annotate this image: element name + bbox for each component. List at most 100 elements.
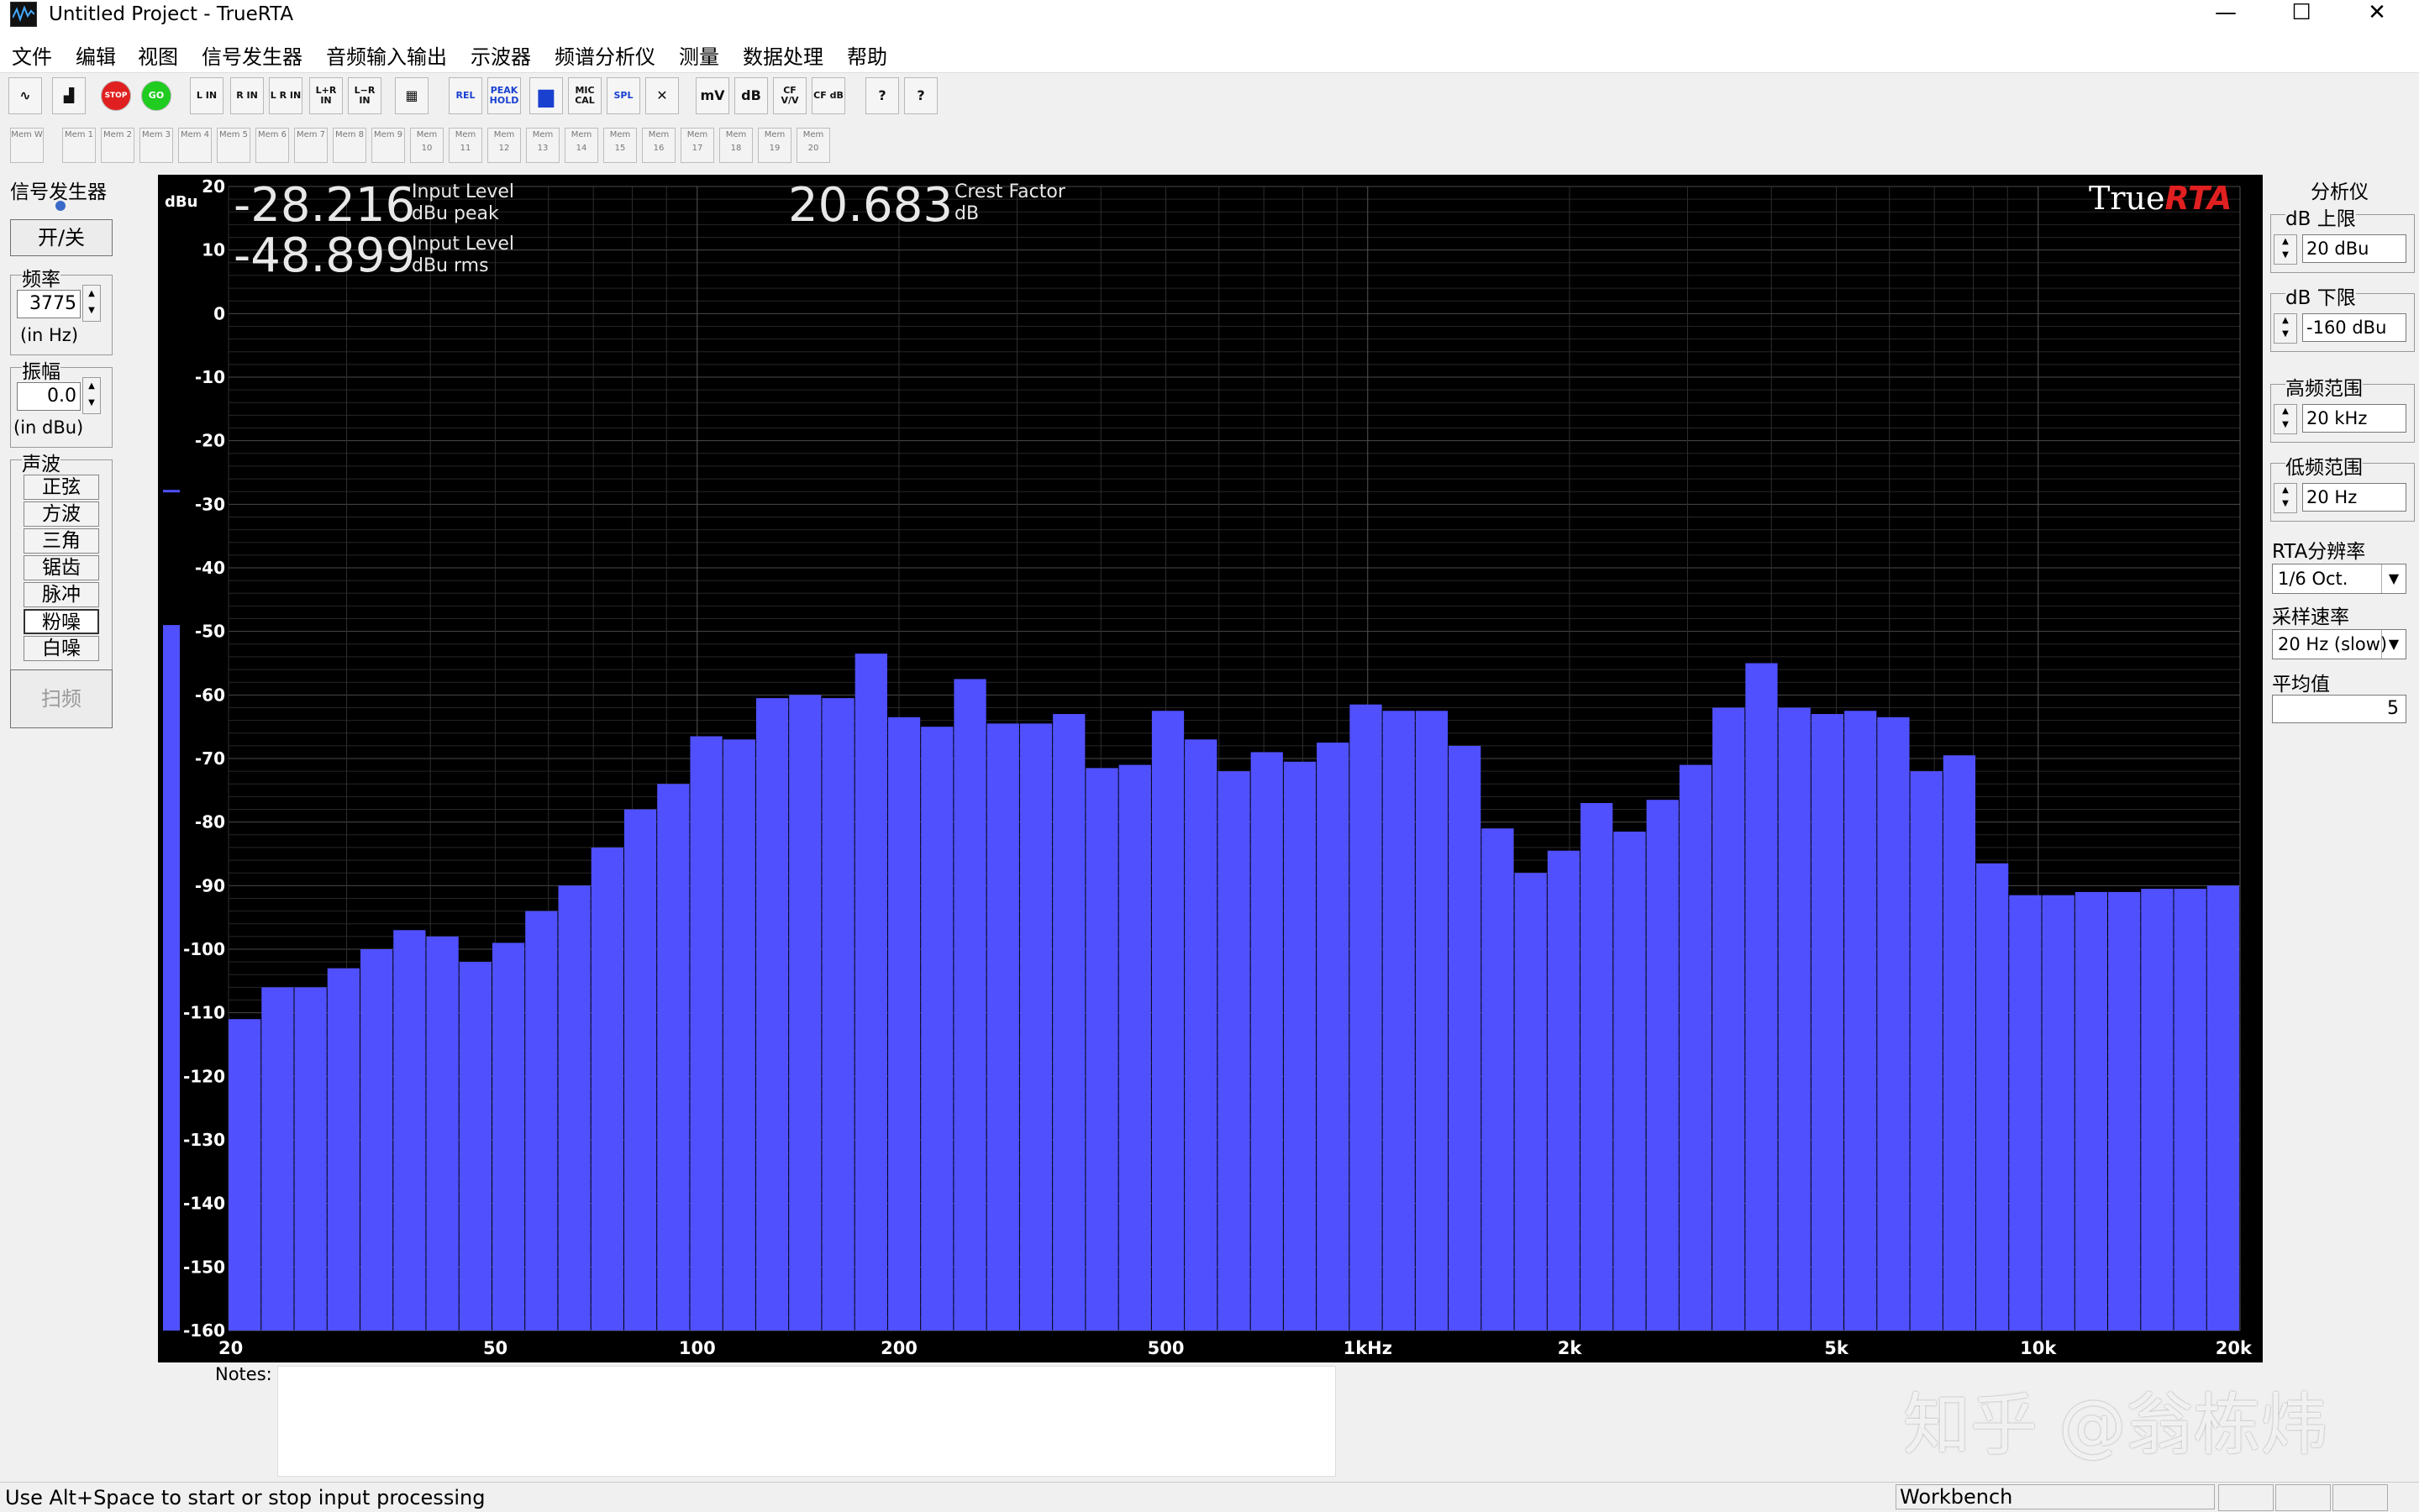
spectrum-bar	[1712, 707, 1745, 1331]
x-button[interactable]: ✕	[645, 77, 679, 114]
crest-factor-value: 20.683	[788, 178, 953, 233]
spectrum-bar	[1580, 802, 1613, 1331]
menu-audio-io[interactable]: 音频输入输出	[326, 40, 447, 70]
cf-db-button[interactable]: CF dB	[812, 77, 845, 114]
y-tick-label: -130	[183, 1130, 225, 1150]
spectrum-bar	[1349, 704, 1382, 1331]
rms-level-label-line1: Input Level	[412, 234, 515, 255]
peak-hold-button[interactable]: PEAK HOLD	[487, 77, 521, 114]
memory-4-button[interactable]: Mem 4	[178, 128, 212, 163]
frequency-spinner[interactable]: ▲ ▼	[82, 285, 101, 322]
mv-button[interactable]: mV	[696, 77, 729, 114]
watermark: 知乎 @翁栋炜	[1903, 1386, 2328, 1464]
help-button[interactable]: ?	[865, 77, 899, 114]
menu-generator[interactable]: 信号发生器	[202, 40, 302, 70]
memory-19-button[interactable]: Mem 19	[758, 128, 791, 163]
go-button[interactable]: GO	[141, 81, 171, 111]
y-tick-label: -150	[183, 1257, 225, 1277]
menu-view[interactable]: 视图	[138, 40, 178, 70]
menu-edit[interactable]: 编辑	[76, 40, 116, 70]
y-tick-label: -110	[183, 1003, 225, 1023]
wave-sine-button[interactable]: 正弦	[24, 475, 99, 500]
spl-button[interactable]: SPL	[607, 77, 640, 114]
stop-button[interactable]: STOP	[101, 81, 131, 111]
minimize-button[interactable]: —	[2188, 0, 2264, 29]
close-button[interactable]: ✕	[2339, 0, 2415, 29]
memory-8-button[interactable]: Mem 8	[333, 128, 366, 163]
menu-measure[interactable]: 测量	[679, 40, 719, 70]
spectrum-bar	[1415, 711, 1449, 1331]
main-toolbar: ∿ ▟ STOP GO L IN R IN L R IN L+R IN L−R IN ▦ REL PE…	[0, 74, 954, 121]
high-freq-spinner[interactable]: ▲ ▼	[2274, 404, 2297, 434]
sweep-button[interactable]: 扫频	[10, 669, 113, 728]
spectrum-view-button[interactable]: ▟	[52, 77, 86, 114]
wave-pink-noise-button[interactable]: 粉噪	[24, 609, 99, 634]
spectrum-bar	[1613, 832, 1646, 1331]
notes-textarea[interactable]	[277, 1366, 1336, 1477]
db-button[interactable]: dB	[734, 77, 768, 114]
truerta-logo: TrueRTA	[2089, 180, 2232, 217]
memory-9-button[interactable]: Mem 9	[371, 128, 405, 163]
menu-data-processing[interactable]: 数据处理	[743, 40, 823, 70]
maximize-button[interactable]: ☐	[2264, 0, 2339, 29]
memory-18-button[interactable]: Mem 18	[719, 128, 753, 163]
low-freq-input[interactable]: 20 Hz	[2302, 483, 2406, 512]
amplitude-input[interactable]: 0.0	[17, 382, 81, 411]
grid-button[interactable]: ▦	[395, 77, 429, 114]
x-tick-label: 5k	[1824, 1338, 1849, 1358]
generator-power-button[interactable]: 开/关	[10, 219, 113, 256]
x-tick-label: 20	[218, 1338, 243, 1358]
menu-spectrum-analyzer[interactable]: 频谱分析仪	[555, 40, 655, 70]
frequency-input[interactable]: 3775	[17, 290, 81, 318]
memory-6-button[interactable]: Mem 6	[255, 128, 289, 163]
wave-square-button[interactable]: 方波	[24, 501, 99, 527]
lminusr-in-button[interactable]: L−R IN	[348, 77, 381, 114]
memory-17-button[interactable]: Mem 17	[681, 128, 714, 163]
memory-10-button[interactable]: Mem 10	[410, 128, 444, 163]
spectrum-bar	[822, 698, 855, 1331]
wave-white-noise-button[interactable]: 白噪	[24, 636, 99, 661]
db-lower-spinner[interactable]: ▲ ▼	[2274, 313, 2297, 344]
rel-button[interactable]: REL	[449, 77, 482, 114]
frequency-label: 频率	[22, 263, 60, 291]
menu-help[interactable]: 帮助	[847, 40, 887, 70]
spectrum-bar	[1877, 717, 1910, 1331]
low-freq-spinner[interactable]: ▲ ▼	[2274, 483, 2297, 513]
amplitude-spinner[interactable]: ▲ ▼	[82, 377, 101, 414]
memory-12-button[interactable]: Mem 12	[487, 128, 521, 163]
help-context-button[interactable]: ?	[904, 77, 938, 114]
average-input[interactable]: 5	[2272, 695, 2406, 723]
memory-13-button[interactable]: Mem 13	[526, 128, 560, 163]
memory-5-button[interactable]: Mem 5	[217, 128, 250, 163]
memory-1-button[interactable]: Mem 1	[62, 128, 96, 163]
memory-3-button[interactable]: Mem 3	[139, 128, 173, 163]
menu-file[interactable]: 文件	[12, 40, 52, 70]
wave-triangle-button[interactable]: 三角	[24, 528, 99, 554]
bars-button[interactable]: ▆	[529, 77, 563, 114]
l-in-button[interactable]: L IN	[190, 77, 223, 114]
wave-pulse-button[interactable]: 脉冲	[24, 582, 99, 607]
sample-rate-select[interactable]: 20 Hz (slow) ▼	[2272, 629, 2406, 659]
memory-w-button[interactable]: Mem W	[10, 128, 44, 163]
db-lower-input[interactable]: -160 dBu	[2302, 313, 2406, 342]
db-upper-spinner[interactable]: ▲ ▼	[2274, 234, 2297, 265]
lr-in-button[interactable]: L R IN	[269, 77, 302, 114]
lplusr-in-button[interactable]: L+R IN	[309, 77, 343, 114]
resolution-select[interactable]: 1/6 Oct. ▼	[2272, 564, 2406, 594]
sine-view-button[interactable]: ∿	[8, 77, 42, 114]
cf-vv-button[interactable]: CF V/V	[773, 77, 807, 114]
memory-20-button[interactable]: Mem 20	[797, 128, 830, 163]
memory-7-button[interactable]: Mem 7	[294, 128, 328, 163]
r-in-button[interactable]: R IN	[230, 77, 264, 114]
db-upper-input[interactable]: 20 dBu	[2302, 234, 2406, 263]
high-freq-input[interactable]: 20 kHz	[2302, 404, 2406, 433]
y-tick-label: -70	[195, 748, 225, 769]
wave-sawtooth-button[interactable]: 锯齿	[24, 555, 99, 580]
mic-cal-button[interactable]: MIC CAL	[568, 77, 602, 114]
memory-11-button[interactable]: Mem 11	[449, 128, 482, 163]
memory-16-button[interactable]: Mem 16	[642, 128, 676, 163]
menu-oscilloscope[interactable]: 示波器	[471, 40, 531, 70]
memory-2-button[interactable]: Mem 2	[101, 128, 134, 163]
memory-15-button[interactable]: Mem 15	[603, 128, 637, 163]
memory-14-button[interactable]: Mem 14	[565, 128, 598, 163]
